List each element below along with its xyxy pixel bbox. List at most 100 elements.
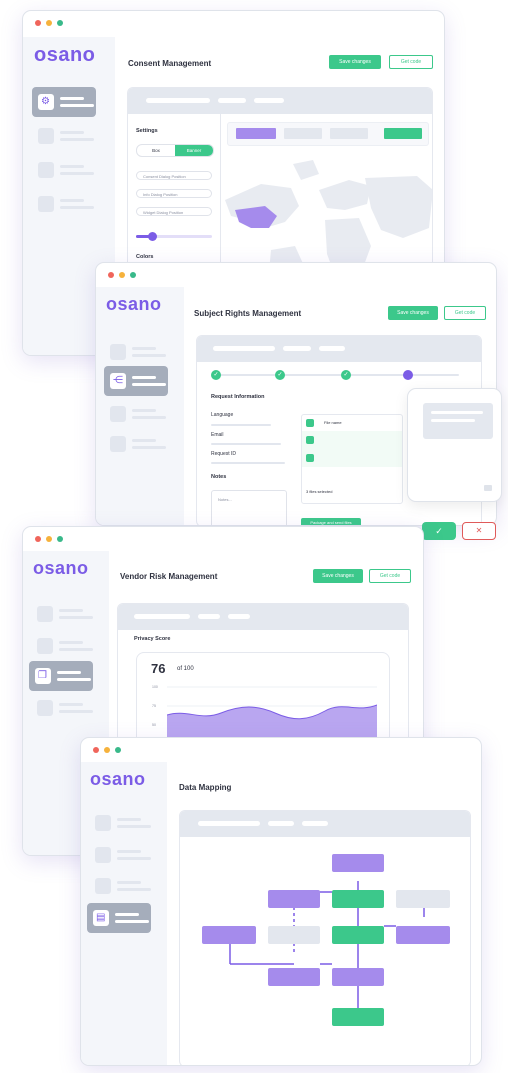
sidebar-item-4[interactable] — [31, 693, 95, 723]
package-send-button[interactable]: Package and send files — [301, 518, 361, 525]
notes-textarea[interactable]: Notes... — [211, 490, 287, 525]
window-controls — [108, 272, 136, 278]
maximize-dot[interactable] — [57, 536, 63, 542]
sidebar-item-3[interactable] — [89, 871, 153, 901]
minimize-dot[interactable] — [104, 747, 110, 753]
close-dot[interactable] — [93, 747, 99, 753]
map-node[interactable] — [268, 926, 320, 944]
maximize-dot[interactable] — [57, 20, 63, 26]
checkbox-checked[interactable] — [306, 419, 314, 427]
get-code-button[interactable]: Get code — [389, 55, 433, 69]
file-row[interactable] — [302, 431, 402, 449]
slider-handle[interactable] — [148, 232, 158, 241]
save-changes-button[interactable]: Save changes — [329, 55, 381, 69]
panel-header — [197, 336, 481, 362]
notes-placeholder: Notes... — [218, 497, 232, 502]
reject-button[interactable]: ✕ — [462, 522, 496, 540]
sidebar-item-2[interactable] — [31, 631, 95, 661]
minimize-dot[interactable] — [46, 20, 52, 26]
field-language-value — [211, 424, 271, 426]
widget-position-select[interactable]: Widget Dialog Position — [136, 207, 212, 216]
consent-icon: ⚙ — [38, 94, 54, 110]
file-name-header: File name — [324, 420, 342, 425]
message-bubble — [423, 403, 493, 439]
map-node[interactable] — [396, 890, 450, 908]
sidebar-item-1[interactable] — [104, 337, 168, 367]
get-code-button[interactable]: Get code — [444, 306, 486, 320]
notes-label: Notes — [211, 474, 227, 480]
map-node[interactable] — [332, 890, 384, 908]
page-title: Vendor Risk Management — [120, 572, 218, 581]
map-node[interactable] — [202, 926, 256, 944]
privacy-score-label: Privacy Score — [134, 636, 171, 642]
slider-track[interactable] — [136, 232, 212, 241]
map-node[interactable] — [332, 968, 384, 986]
data-map-connectors — [229, 881, 425, 1017]
sidebar-item-4[interactable] — [32, 189, 96, 219]
layout-toggle[interactable]: Box Banner — [136, 144, 214, 157]
progress-stepper: ✓ ✓ ✓ — [211, 370, 461, 380]
workflow-icon: ⋲ — [110, 373, 126, 389]
preview-chip-grey — [330, 128, 368, 139]
sidebar-item-vendor-risk[interactable]: ❐ — [29, 661, 93, 691]
preview-chip-grey — [284, 128, 322, 139]
save-changes-button[interactable]: Save changes — [313, 569, 363, 583]
sidebar-item-data-mapping[interactable]: ▤ — [87, 903, 151, 933]
sidebar-item-3[interactable] — [104, 399, 168, 429]
get-code-button[interactable]: Get code — [369, 569, 411, 583]
map-node[interactable] — [332, 926, 384, 944]
map-node[interactable] — [268, 968, 320, 986]
consent-position-select[interactable]: Consent Dialog Position — [136, 171, 212, 180]
field-email-label: Email — [211, 432, 224, 438]
sidebar-item-2[interactable] — [89, 840, 153, 870]
sidebar-item-3[interactable] — [32, 155, 96, 185]
map-node[interactable] — [332, 854, 384, 872]
placeholder-icon — [95, 847, 111, 863]
toggle-banner[interactable]: Banner — [175, 145, 213, 156]
sidebar-item-1[interactable] — [89, 808, 153, 838]
data-mapping-window: osano ▤ Data Mapping — [80, 737, 482, 1066]
field-language-label: Language — [211, 412, 234, 418]
vendor-icon: ❐ — [35, 668, 51, 684]
placeholder-icon — [37, 700, 53, 716]
step-3: ✓ — [341, 370, 351, 380]
close-dot[interactable] — [35, 536, 41, 542]
toggle-box[interactable]: Box — [137, 145, 175, 156]
map-node[interactable] — [396, 926, 450, 944]
axis-tick-75: 75 — [152, 704, 156, 708]
file-row[interactable] — [302, 449, 402, 467]
maximize-dot[interactable] — [130, 272, 136, 278]
send-icon[interactable] — [484, 485, 492, 491]
close-dot[interactable] — [108, 272, 114, 278]
save-changes-button[interactable]: Save changes — [388, 306, 438, 320]
sidebar-item-4[interactable] — [104, 429, 168, 459]
sidebar-item-2[interactable] — [32, 121, 96, 151]
sidebar-item-1[interactable] — [31, 599, 95, 629]
page-title: Subject Rights Management — [194, 309, 302, 318]
preview-toolbar — [227, 122, 429, 146]
map-node[interactable] — [332, 1008, 384, 1026]
checkbox-checked[interactable] — [306, 454, 314, 462]
field-email-value — [211, 443, 281, 445]
placeholder-icon — [110, 406, 126, 422]
info-position-select[interactable]: Info Dialog Position — [136, 189, 212, 198]
window-controls — [93, 747, 121, 753]
panel-header — [180, 811, 470, 837]
placeholder-icon — [110, 436, 126, 452]
close-dot[interactable] — [35, 20, 41, 26]
file-row[interactable]: File name — [302, 415, 402, 432]
osano-logo: osano — [33, 558, 89, 578]
settings-label: Settings — [136, 128, 158, 134]
sidebar-item-subject-rights[interactable]: ⋲ — [104, 366, 168, 396]
minimize-dot[interactable] — [119, 272, 125, 278]
approve-button[interactable]: ✓ — [422, 522, 456, 540]
map-node[interactable] — [268, 890, 320, 908]
score-value: 76 — [151, 661, 166, 676]
page-title: Consent Management — [128, 59, 212, 68]
checkbox-checked[interactable] — [306, 436, 314, 444]
maximize-dot[interactable] — [115, 747, 121, 753]
field-request-id-label: Request ID — [211, 451, 237, 457]
minimize-dot[interactable] — [46, 536, 52, 542]
sidebar-item-consent[interactable]: ⚙ — [32, 87, 96, 117]
placeholder-icon — [95, 878, 111, 894]
